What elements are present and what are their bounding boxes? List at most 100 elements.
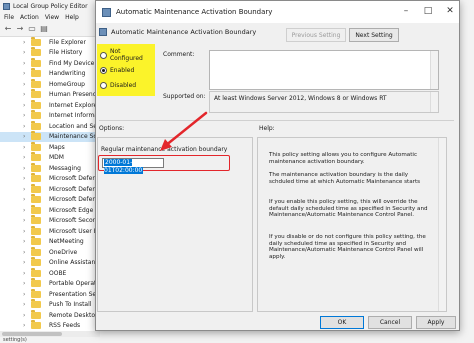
tree-item[interactable]: › Microsoft Edge: [0, 204, 100, 216]
radio-button-not-configured[interactable]: [100, 51, 107, 59]
chevron-right-icon[interactable]: ›: [23, 112, 25, 119]
tree-item[interactable]: › Internet Informati: [0, 110, 100, 122]
folder-icon: [31, 320, 41, 330]
radio-button-disabled[interactable]: [100, 81, 107, 89]
chevron-right-icon[interactable]: ›: [23, 70, 25, 77]
chevron-right-icon[interactable]: ›: [23, 217, 25, 224]
menu-action[interactable]: Action: [20, 14, 39, 21]
chevron-right-icon[interactable]: ›: [23, 186, 25, 193]
close-icon[interactable]: ✕: [445, 5, 455, 17]
tree-item[interactable]: › OOBE: [0, 267, 100, 279]
tree-item[interactable]: › Handwriting: [0, 68, 100, 80]
chevron-right-icon[interactable]: ›: [23, 238, 25, 245]
tree-item[interactable]: › MDM: [0, 152, 100, 164]
tree-item[interactable]: › Microsoft Defen: [0, 173, 100, 185]
radio-disabled[interactable]: Disabled: [100, 80, 136, 90]
tree-item[interactable]: › OneDrive: [0, 246, 100, 258]
chevron-right-icon[interactable]: ›: [23, 49, 25, 56]
folder-icon: [31, 246, 41, 256]
options-label: Options:: [99, 125, 125, 132]
scrollbar-thumb[interactable]: [2, 332, 62, 336]
tree-item[interactable]: › Push To Install: [0, 299, 100, 311]
setting-name: Automatic Maintenance Activation Boundar…: [111, 28, 257, 36]
forward-arrow-icon[interactable]: →: [16, 25, 24, 33]
comment-textarea[interactable]: [209, 50, 439, 90]
tree-item[interactable]: › RSS Feeds: [0, 320, 100, 332]
tree-item[interactable]: › File History: [0, 47, 100, 59]
tree-item-label: NetMeeting: [49, 238, 84, 246]
activation-boundary-input[interactable]: 2000-01-01T02:00:00: [102, 158, 164, 174]
tree-item[interactable]: › Microsoft User E: [0, 225, 100, 237]
policy-setting-icon: [102, 7, 111, 17]
chevron-right-icon[interactable]: ›: [23, 133, 25, 140]
chevron-right-icon[interactable]: ›: [23, 207, 25, 214]
tree-item[interactable]: › NetMeeting: [0, 236, 100, 248]
menu-file[interactable]: File: [4, 14, 14, 21]
chevron-right-icon[interactable]: ›: [23, 270, 25, 277]
tree-item[interactable]: › Portable Operatir: [0, 278, 100, 290]
chevron-right-icon[interactable]: ›: [23, 301, 25, 308]
apply-button[interactable]: Apply: [416, 316, 456, 329]
chevron-right-icon[interactable]: ›: [23, 102, 25, 109]
editor-title: Local Group Policy Editor: [13, 2, 88, 10]
chevron-right-icon[interactable]: ›: [23, 249, 25, 256]
chevron-right-icon[interactable]: ›: [23, 39, 25, 46]
chevron-right-icon[interactable]: ›: [23, 259, 25, 266]
tree-item[interactable]: › Messaging: [0, 162, 100, 174]
tree-item[interactable]: › Find My Device: [0, 57, 100, 69]
folder-icon: [31, 299, 41, 309]
next-setting-button[interactable]: Next Setting: [349, 28, 399, 42]
menu-view[interactable]: View: [45, 14, 59, 21]
supported-on-value: At least Windows Server 2012, Windows 8 …: [214, 95, 387, 102]
chevron-right-icon[interactable]: ›: [23, 312, 25, 319]
tree-item[interactable]: › Microsoft Secon: [0, 215, 100, 227]
chevron-right-icon[interactable]: ›: [23, 91, 25, 98]
chevron-right-icon[interactable]: ›: [23, 60, 25, 67]
maximize-icon[interactable]: □: [423, 5, 433, 17]
back-arrow-icon[interactable]: ←: [4, 25, 12, 33]
supported-on-scrollbar[interactable]: [430, 92, 438, 112]
tree-item-label: Handwriting: [49, 70, 86, 78]
cancel-button[interactable]: Cancel: [368, 316, 412, 329]
radio-enabled[interactable]: Enabled: [100, 65, 134, 75]
tree-item[interactable]: › File Explorer: [0, 37, 100, 48]
chevron-right-icon[interactable]: ›: [23, 154, 25, 161]
radio-not-configured[interactable]: Not Configured: [100, 48, 155, 62]
chevron-right-icon[interactable]: ›: [23, 280, 25, 287]
tree-item[interactable]: › Maintenance Sch: [0, 131, 100, 142]
chevron-right-icon[interactable]: ›: [23, 81, 25, 88]
chevron-right-icon[interactable]: ›: [23, 228, 25, 235]
minimize-icon[interactable]: –: [401, 5, 411, 17]
chevron-right-icon[interactable]: ›: [23, 123, 25, 130]
chevron-right-icon[interactable]: ›: [23, 322, 25, 329]
tree-item-label: MDM: [49, 154, 64, 162]
tree-item[interactable]: › Human Presence: [0, 89, 100, 101]
folder-icon: [31, 225, 41, 235]
help-paragraph-3: If you enable this policy setting, this …: [269, 199, 428, 219]
chevron-right-icon[interactable]: ›: [23, 291, 25, 298]
comment-scrollbar[interactable]: [430, 51, 438, 89]
folder-up-icon[interactable]: ▭: [28, 25, 36, 33]
help-label: Help:: [259, 125, 275, 132]
tree-item[interactable]: › HomeGroup: [0, 78, 100, 90]
tree-item[interactable]: › Remote Desktop: [0, 309, 100, 321]
chevron-right-icon[interactable]: ›: [23, 165, 25, 172]
help-scrollbar[interactable]: [438, 138, 446, 311]
properties-icon[interactable]: ▤: [40, 25, 48, 33]
chevron-right-icon[interactable]: ›: [23, 144, 25, 151]
radio-button-enabled[interactable]: [100, 66, 107, 74]
tree-item-label: Microsoft User E: [49, 227, 98, 235]
chevron-right-icon[interactable]: ›: [23, 175, 25, 182]
tree-item[interactable]: › Microsoft Defen: [0, 183, 100, 195]
tree-item[interactable]: › Location and Sen: [0, 120, 100, 132]
tree-item[interactable]: › Internet Explorer: [0, 99, 100, 111]
folder-icon: [31, 120, 41, 130]
tree-item[interactable]: › Microsoft Defen: [0, 194, 100, 206]
tree-item[interactable]: › Maps: [0, 141, 100, 153]
menu-help[interactable]: Help: [65, 14, 79, 21]
chevron-right-icon[interactable]: ›: [23, 196, 25, 203]
ok-button[interactable]: OK: [320, 316, 364, 329]
tree-item[interactable]: › Presentation Sett: [0, 288, 100, 300]
previous-setting-button[interactable]: Previous Setting: [286, 28, 346, 42]
tree-item[interactable]: › Online Assistanc: [0, 257, 100, 269]
